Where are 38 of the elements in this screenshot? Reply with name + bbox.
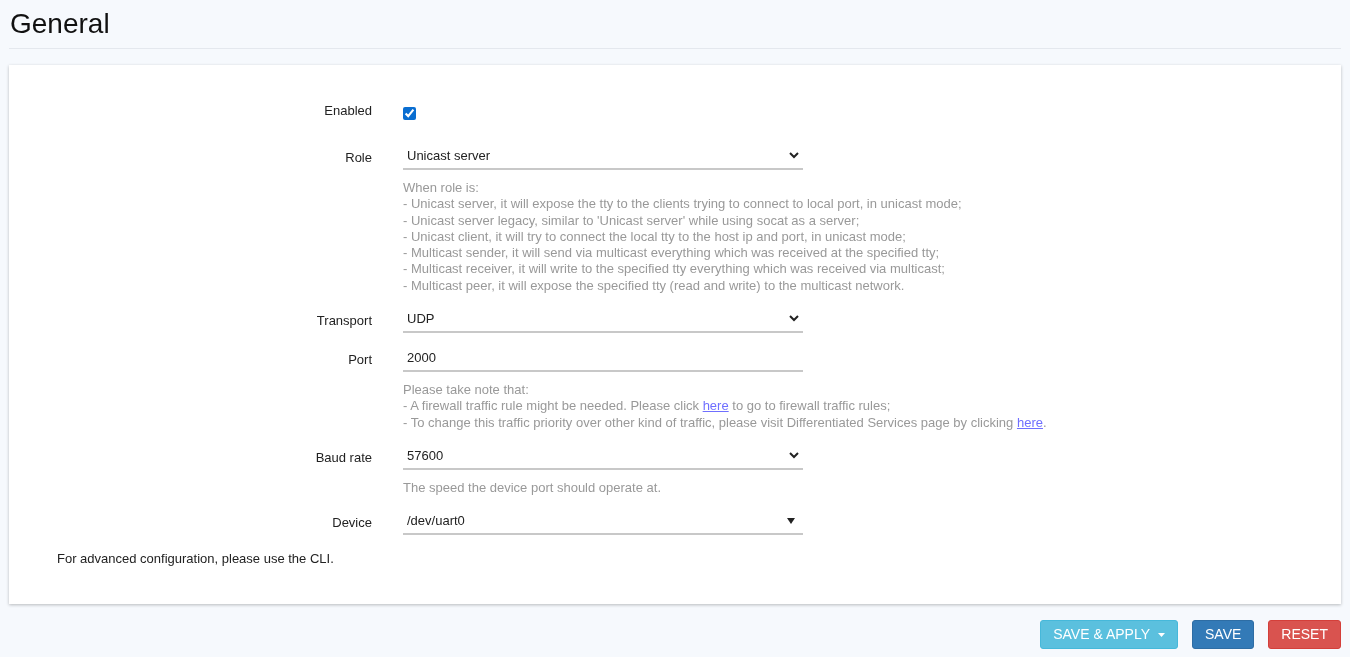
select-value: Unicast server — [407, 146, 491, 165]
save-button[interactable]: SAVE — [1192, 620, 1255, 649]
field-label: Device — [332, 514, 372, 533]
help-text: - To change this traffic priority over other kind of traffic, please visit Differentiated Services page by clicking here. — [403, 414, 1047, 431]
help-text: - Multicast peer, it will expose the specified tty (read and write) to the multicast network. — [403, 277, 906, 295]
select-field[interactable]: Unicast server — [403, 143, 803, 170]
select-value: UDP — [407, 309, 435, 328]
field-label: Baud rate — [315, 448, 372, 467]
help-text: - Unicast client, it will try to connect the local tty to the host ip and port, in unicast mode; — [403, 228, 907, 246]
help-text: - Multicast sender, it will send via multicast everything which was received at the specified tty; — [403, 245, 941, 262]
select-field[interactable]: 57600 — [403, 442, 803, 470]
field-label: Enabled — [324, 102, 372, 120]
chevron-down-icon — [789, 451, 799, 459]
select-field[interactable]: /dev/uart0 — [403, 508, 803, 536]
select-field[interactable]: UDP — [403, 306, 803, 334]
help-text: - Unicast server, it will expose the tty to the clients trying to connect to local port, in unicast mode; — [403, 196, 962, 213]
here-link[interactable]: here — [1016, 414, 1043, 430]
select-value: /dev/uart0 — [407, 512, 465, 530]
here-link[interactable]: here — [702, 398, 729, 414]
help-text: - Unicast server legacy, similar to 'Unicast server' while using socat as a server; — [403, 212, 861, 229]
reset-button[interactable]: RESET — [1268, 620, 1341, 649]
field-label: Transport — [316, 312, 372, 331]
caret-down-icon — [1158, 632, 1165, 637]
select-value: 57600 — [407, 446, 444, 465]
enabled-checkbox[interactable] — [403, 107, 416, 120]
chevron-down-icon — [789, 152, 799, 159]
input-field[interactable]: 2000 — [403, 345, 803, 373]
help-text: Please take note that: — [403, 382, 530, 399]
field-label: Role — [345, 149, 372, 167]
help-text: - Multicast receiver, it will write to the specified tty everything which was received via multicast; — [403, 261, 946, 278]
cli-note: For advanced configuration, please use the CLI. — [57, 550, 335, 569]
chevron-down-icon — [789, 315, 799, 323]
triangle-down-icon — [787, 517, 795, 524]
help-text: When role is: — [403, 180, 480, 197]
help-text: The speed the device port should operate at. — [403, 479, 662, 497]
help-text: - A firewall traffic rule might be needed. Please click here to go to firewall traffic rules; — [403, 398, 892, 415]
page-title: General — [9, 7, 110, 41]
field-label: Port — [348, 351, 372, 370]
